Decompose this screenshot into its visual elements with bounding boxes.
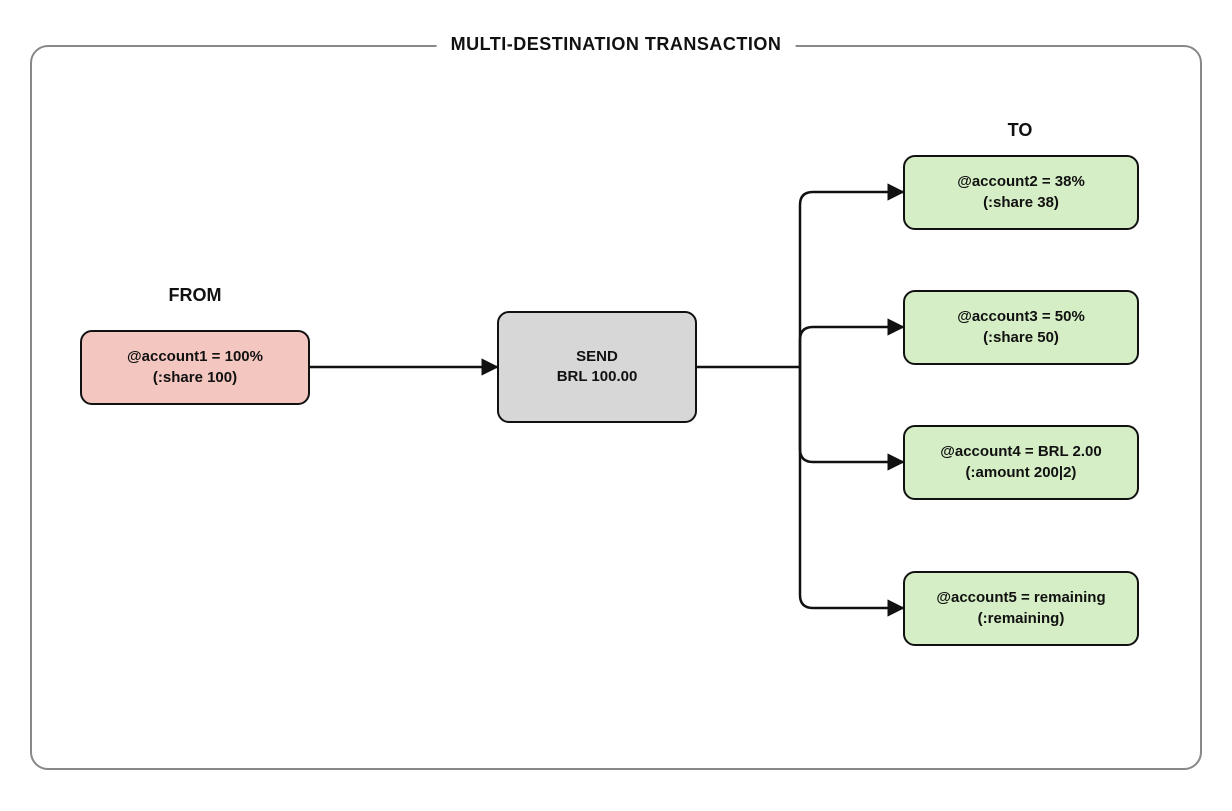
to-node-line2: (:share 50) [983,328,1059,348]
to-node-account3: @account3 = 50% (:share 50) [903,290,1139,365]
to-node-account5: @account5 = remaining (:remaining) [903,571,1139,646]
send-node: SEND BRL 100.00 [497,311,697,423]
to-node-line1: @account5 = remaining [936,588,1105,608]
send-node-line2: BRL 100.00 [557,367,638,387]
to-node-account4: @account4 = BRL 2.00 (:amount 200|2) [903,425,1139,500]
to-node-line2: (:amount 200|2) [966,463,1077,483]
to-label: TO [960,120,1080,141]
from-node-line1: @account1 = 100% [127,347,263,367]
to-node-line1: @account2 = 38% [957,172,1085,192]
to-node-line1: @account3 = 50% [957,307,1085,327]
to-node-account2: @account2 = 38% (:share 38) [903,155,1139,230]
from-node-account1: @account1 = 100% (:share 100) [80,330,310,405]
from-label: FROM [130,285,260,306]
from-node-line2: (:share 100) [153,368,237,388]
to-node-line2: (:share 38) [983,193,1059,213]
diagram-title: MULTI-DESTINATION TRANSACTION [437,34,796,55]
to-node-line2: (:remaining) [978,609,1065,629]
send-node-line1: SEND [576,347,618,367]
to-node-line1: @account4 = BRL 2.00 [940,442,1102,462]
